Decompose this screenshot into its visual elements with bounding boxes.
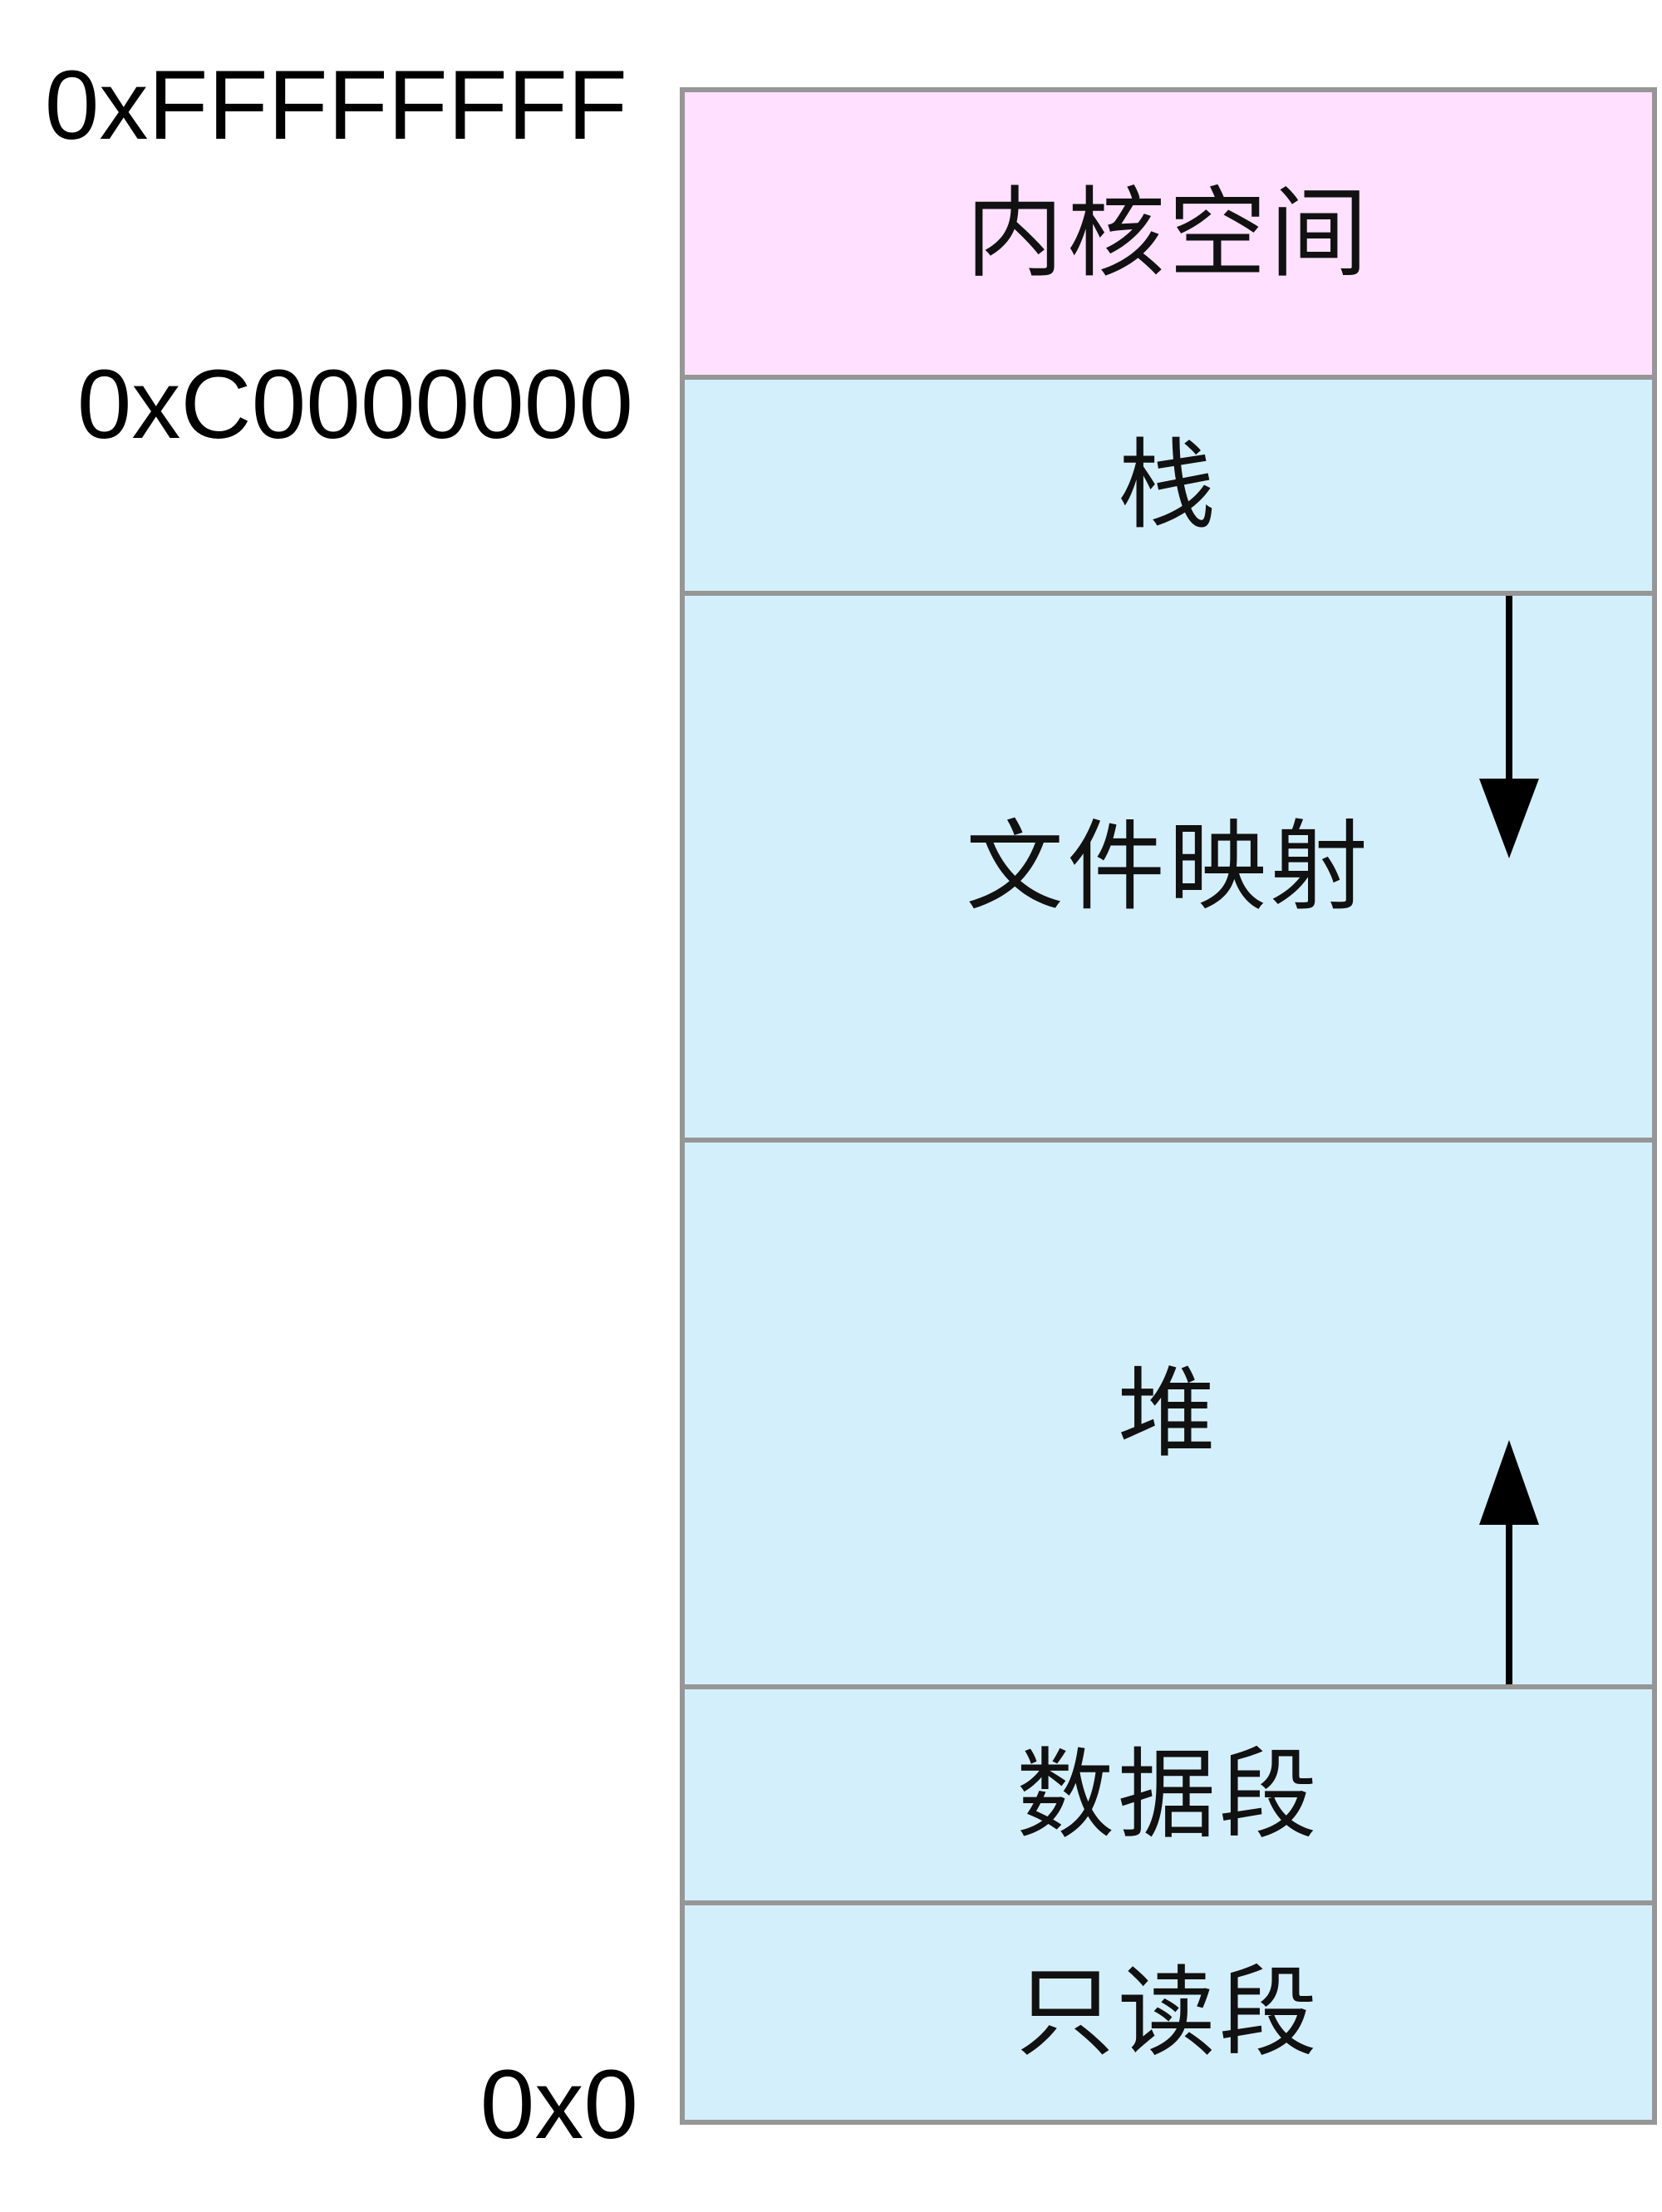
segment-label-file-mapping: 文件映射 xyxy=(965,809,1371,924)
address-label-bottom: 0x0 xyxy=(479,2050,638,2160)
segment-kernel-space: 内核空间 xyxy=(680,87,1657,380)
segment-label-data: 数据段 xyxy=(1015,1738,1320,1852)
segment-read-only: 只读段 xyxy=(680,1900,1657,2125)
segment-label-stack: 栈 xyxy=(1117,428,1219,543)
memory-layout-diagram: 内核空间 栈 文件映射 堆 数据段 只读段 xyxy=(680,87,1662,2125)
address-label-top: 0xFFFFFFFF xyxy=(44,51,627,160)
segment-label-heap: 堆 xyxy=(1117,1356,1219,1471)
segment-file-mapping: 文件映射 xyxy=(680,591,1657,1143)
segment-stack: 栈 xyxy=(680,375,1657,596)
segment-label-read-only: 只读段 xyxy=(1015,1955,1320,2070)
segment-heap: 堆 xyxy=(680,1138,1657,1689)
segment-label-kernel-space: 内核空间 xyxy=(965,176,1371,291)
address-label-kernel-boundary: 0xC0000000 xyxy=(76,350,633,460)
segment-data: 数据段 xyxy=(680,1684,1657,1905)
